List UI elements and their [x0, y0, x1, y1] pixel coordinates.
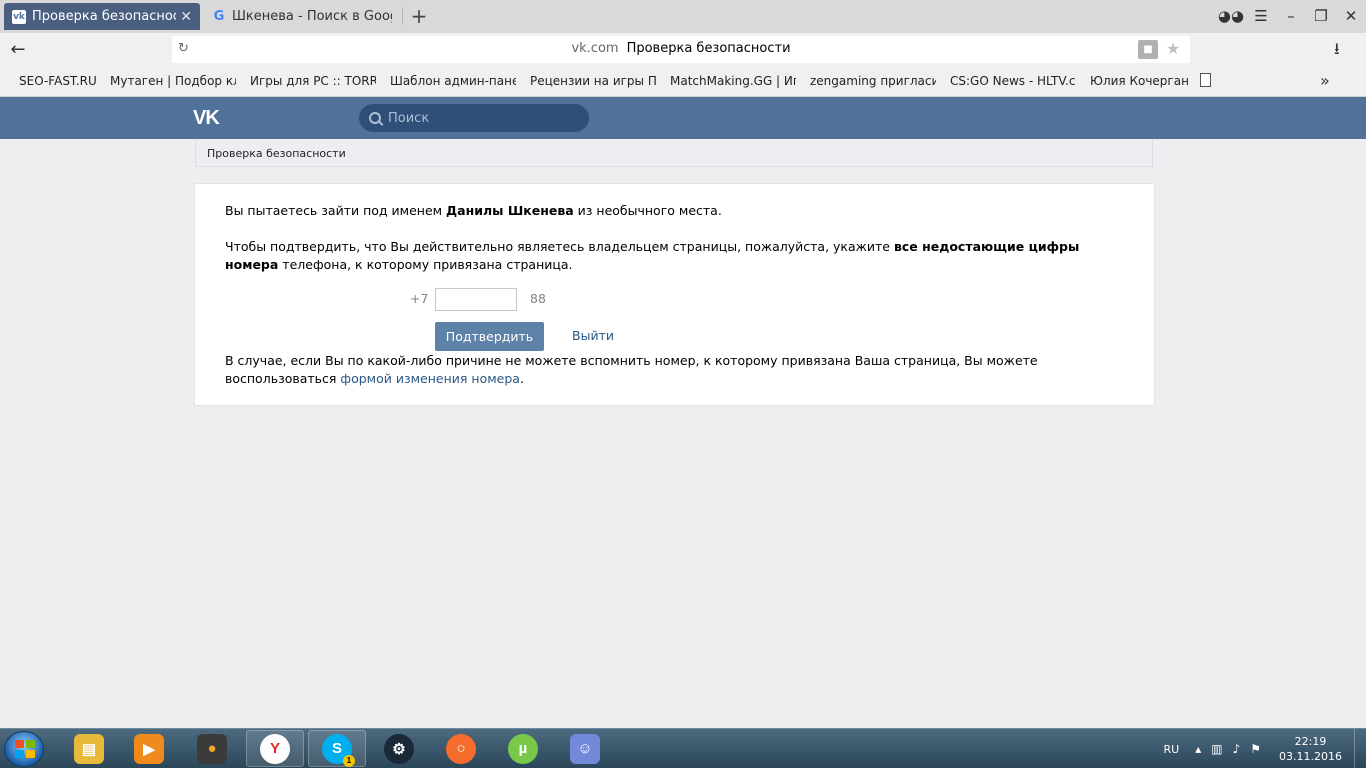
minimize-icon[interactable]: – — [1276, 7, 1306, 25]
user-name: Данилы Шкенева — [446, 203, 574, 218]
utorrent-icon: µ — [508, 733, 538, 764]
google-icon: G — [213, 9, 225, 24]
bookmark-item[interactable]: CS:GO News - HLTV.c — [950, 74, 1076, 88]
url-page-title: Проверка безопасности — [626, 41, 791, 56]
text-fragment: Чтобы подтвердить, что Вы действительно … — [225, 239, 894, 254]
confirm-button[interactable]: Подтвердить — [435, 322, 544, 351]
action-center-icon[interactable]: ⚑ — [1250, 742, 1261, 756]
text-fragment: Вы пытаетесь зайти под именем — [225, 203, 447, 218]
search-icon — [369, 112, 381, 124]
clock-time: 22:19 — [1294, 735, 1327, 748]
start-button[interactable] — [4, 731, 44, 767]
bookmark-item[interactable]: Рецензии на игры П — [530, 74, 656, 88]
network-icon[interactable]: ▥ — [1211, 742, 1222, 756]
media-player-icon: ▶ — [134, 733, 164, 764]
windows-logo-icon — [15, 740, 35, 758]
more-bookmarks-icon[interactable]: » — [1320, 71, 1330, 90]
address-bar: ← ↻ vk.com Проверка безопасности ■ ★ ⭳ — [0, 33, 1366, 65]
security-check-card: Вы пытаетесь зайти под именем Данилы Шке… — [194, 183, 1155, 406]
taskbar-steam[interactable]: ⚙ — [370, 730, 428, 767]
search-box[interactable] — [359, 104, 589, 132]
page-icon[interactable] — [1200, 73, 1211, 87]
restore-icon[interactable]: ❐ — [1306, 7, 1336, 25]
clock[interactable]: 22:19 03.11.2016 — [1279, 734, 1342, 764]
help-text: В случае, если Вы по какой-либо причине … — [225, 352, 1135, 388]
search-input[interactable] — [388, 110, 568, 126]
steam-icon: ⚙ — [384, 733, 414, 764]
vk-header: VK — [0, 97, 1366, 139]
tab-vk-security[interactable]: vk Проверка безопасности ✕ — [4, 3, 200, 30]
tab-title: Проверка безопасности — [32, 9, 176, 24]
breadcrumb: Проверка безопасности — [195, 139, 1153, 167]
lock-icon[interactable]: ■ — [1138, 40, 1158, 59]
volume-icon[interactable]: ♪ — [1233, 742, 1241, 756]
download-icon[interactable]: ⭳ — [1334, 38, 1340, 65]
system-tray: RU ▴ ▥ ♪ ⚑ 22:19 03.11.2016 — [1164, 729, 1366, 768]
close-window-icon[interactable]: ✕ — [1336, 7, 1366, 25]
bookmark-item[interactable]: MatchMaking.GG | Иг — [670, 74, 796, 88]
skype-badge: 1 — [343, 754, 355, 767]
tab-divider — [402, 7, 403, 25]
tab-google-search[interactable]: G Шкенева - Поиск в Google — [204, 3, 400, 30]
taskbar-explorer[interactable]: ▤ — [60, 730, 118, 767]
instruction-text: Чтобы подтвердить, что Вы действительно … — [225, 238, 1135, 274]
skype-icon: S1 — [322, 733, 355, 767]
taskbar: ▤ ▶ ● Y S1 ⚙ ○ µ ☺ RU ▴ ▥ ♪ ⚑ 22:19 03.1… — [0, 728, 1366, 768]
bookmark-item[interactable]: Юлия Кочерган — [1090, 74, 1190, 88]
browser-tab-bar: vk Проверка безопасности ✕ G Шкенева - П… — [0, 0, 1366, 33]
taskbar-utorrent[interactable]: µ — [494, 730, 552, 767]
back-arrow-icon[interactable]: ← — [6, 37, 30, 61]
clock-date: 03.11.2016 — [1279, 750, 1342, 763]
text-fragment: . — [519, 371, 524, 386]
bookmark-star-icon[interactable]: ★ — [1166, 39, 1180, 58]
phone-prefix: +7 — [410, 291, 429, 306]
window-controls: ◕◕ ☰ – ❐ ✕ — [1216, 0, 1366, 32]
vk-icon: vk — [12, 9, 26, 24]
change-number-link[interactable]: формой изменения номера — [340, 371, 520, 386]
bookmark-item[interactable]: Мутаген | Подбор кл — [110, 74, 236, 88]
login-warning-text: Вы пытаетесь зайти под именем Данилы Шке… — [225, 203, 722, 218]
url-text: vk.com Проверка безопасности — [172, 41, 1190, 56]
url-domain: vk.com — [571, 41, 619, 56]
yandex-browser-icon: Y — [260, 733, 290, 764]
text-fragment: телефона, к которому привязана страница. — [278, 257, 573, 272]
origin-icon: ○ — [446, 733, 476, 764]
tray-expand-icon[interactable]: ▴ — [1195, 742, 1201, 756]
taskbar-origin[interactable]: ○ — [432, 730, 490, 767]
taskbar-discord[interactable]: ☺ — [556, 730, 614, 767]
menu-icon[interactable]: ☰ — [1246, 7, 1276, 25]
taskbar-yandex-browser[interactable]: Y — [246, 730, 304, 767]
url-field[interactable]: ↻ vk.com Проверка безопасности ■ ★ — [172, 36, 1190, 63]
close-tab-icon[interactable]: ✕ — [180, 9, 192, 25]
taskbar-media-player[interactable]: ▶ — [120, 730, 178, 767]
taskbar-skype[interactable]: S1 — [308, 730, 366, 767]
bookmarks-bar: SEO-FAST.RU Мутаген | Подбор кл Игры для… — [0, 65, 1366, 97]
fl-studio-icon: ● — [197, 733, 227, 764]
bookmark-item[interactable]: Шаблон админ-пане — [390, 74, 516, 88]
show-desktop-button[interactable] — [1354, 729, 1366, 768]
discord-icon: ☺ — [570, 733, 600, 764]
logout-link[interactable]: Выйти — [572, 328, 614, 343]
taskbar-fl-studio[interactable]: ● — [183, 730, 241, 767]
phone-suffix: 88 — [530, 291, 546, 306]
bookmark-item[interactable]: SEO-FAST.RU — [19, 74, 99, 88]
language-indicator[interactable]: RU — [1164, 743, 1180, 756]
vk-logo[interactable]: VK — [193, 107, 220, 130]
explorer-icon: ▤ — [74, 733, 104, 764]
new-tab-button[interactable]: + — [408, 4, 430, 28]
text-fragment: из необычного места. — [573, 203, 722, 218]
phone-digits-input[interactable] — [435, 288, 517, 311]
bookmark-item[interactable]: zengaming пригласи — [810, 74, 936, 88]
incognito-glasses-icon[interactable]: ◕◕ — [1216, 7, 1246, 25]
bookmark-item[interactable]: Игры для PC :: TORRE — [250, 74, 376, 88]
tab-title: Шкенева - Поиск в Google — [232, 9, 392, 24]
